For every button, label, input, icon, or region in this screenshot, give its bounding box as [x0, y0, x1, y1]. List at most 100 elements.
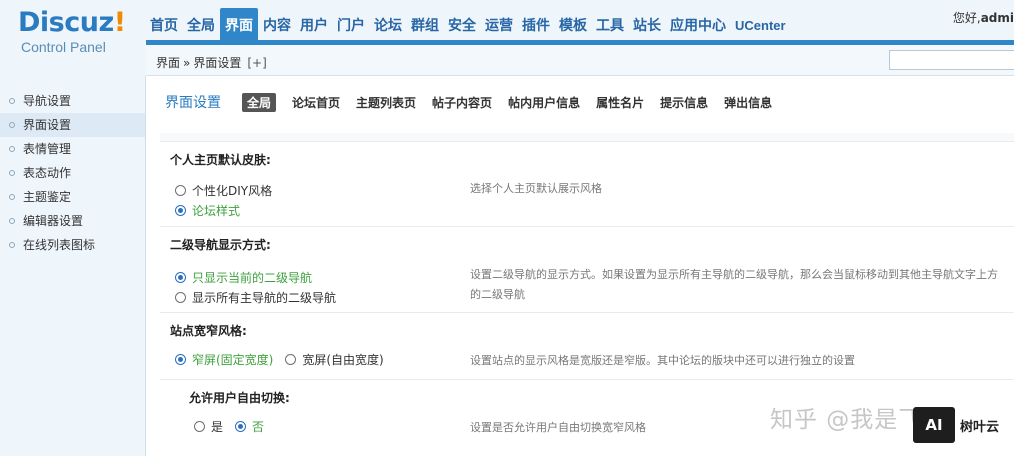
- breadcrumb-bar: 界面» 界面设置 [+]: [146, 45, 1014, 76]
- logo-brand: Discuz!: [18, 7, 126, 38]
- username[interactable]: admi: [981, 11, 1014, 25]
- sidebar-item[interactable]: 表情管理: [0, 137, 145, 161]
- add-shortcut-button[interactable]: [+]: [247, 56, 266, 70]
- ai-badge-icon: AI: [913, 407, 955, 443]
- sub-tab[interactable]: 主题列表页: [356, 94, 416, 111]
- badge-name: 树叶云: [960, 419, 1000, 435]
- admin-panel: Discuz! Control Panel 首页 全局 界面 内容 用户 门户 论坛 群组 安全…: [0, 0, 1014, 456]
- bullet-icon: [9, 170, 15, 176]
- skin-description: 选择个人主页默认展示风格: [470, 182, 602, 195]
- nav-item[interactable]: 界面: [220, 8, 258, 42]
- nav-item[interactable]: 工具: [592, 8, 628, 42]
- nav-item[interactable]: 模板: [555, 8, 591, 42]
- bullet-icon: [9, 122, 15, 128]
- width-option-narrow[interactable]: 窄屏(固定宽度): [175, 351, 273, 368]
- radio-button[interactable]: [175, 205, 186, 216]
- radio-button[interactable]: [175, 272, 186, 283]
- bullet-icon: [9, 218, 15, 224]
- bullet-icon: [9, 98, 15, 104]
- sidebar-item[interactable]: 在线列表图标: [0, 233, 145, 257]
- nav-item[interactable]: 站长: [629, 8, 665, 42]
- breadcrumb-separator: »: [183, 56, 191, 70]
- radio-button[interactable]: [285, 354, 297, 365]
- sidebar-item[interactable]: 主题鉴定: [0, 185, 145, 209]
- sidebar-item-label: 在线列表图标: [23, 238, 96, 252]
- radio-button[interactable]: [175, 292, 186, 303]
- sidebar-item-label: 表情管理: [23, 142, 72, 156]
- switch-setting-label: 允许用户自由切换:: [189, 391, 290, 405]
- nav-item[interactable]: 门户: [333, 8, 369, 42]
- nav-item[interactable]: 运营: [481, 8, 517, 42]
- skin-setting-label: 个人主页默认皮肤:: [170, 153, 271, 167]
- sidebar-item-label: 表态动作: [23, 166, 72, 180]
- radio-button[interactable]: [175, 354, 186, 365]
- logo-subtitle: Control Panel: [21, 39, 106, 55]
- sub-tab[interactable]: 弹出信息: [724, 94, 772, 111]
- bullet-icon: [9, 146, 15, 152]
- width-description: 设置站点的显示风格是宽版还是窄版。其中论坛的版块中还可以进行独立的设置: [470, 354, 855, 367]
- subnav-description-line2: 的二级导航: [470, 288, 525, 301]
- divider: [160, 141, 1014, 142]
- subnav-option-current[interactable]: 只显示当前的二级导航: [175, 269, 312, 286]
- width-setting-label: 站点宽窄风格:: [170, 324, 247, 338]
- sidebar-item-label: 主题鉴定: [23, 190, 72, 204]
- radio-button[interactable]: [194, 421, 205, 432]
- sidebar-item[interactable]: 导航设置: [0, 89, 145, 113]
- watermark-badge: AI 树叶云: [913, 407, 999, 443]
- search-input[interactable]: [889, 50, 1014, 70]
- subnav-description-line1: 设置二级导航的显示方式。如果设置为显示所有主导航的二级导航，那么会当鼠标移动到其…: [470, 268, 998, 281]
- sub-tab[interactable]: 帖子内容页: [432, 94, 492, 111]
- sidebar-item[interactable]: 界面设置: [0, 113, 145, 137]
- switch-option-yes[interactable]: 是: [194, 418, 223, 435]
- user-greeting: 您好,admi: [952, 11, 1014, 25]
- nav-item[interactable]: 内容: [259, 8, 295, 42]
- breadcrumb: 界面» 界面设置 [+]: [156, 54, 267, 71]
- sub-tab[interactable]: 属性名片: [596, 94, 644, 111]
- sidebar-item-label: 界面设置: [23, 118, 72, 132]
- sub-tabs: 全局 论坛首页 主题列表页 帖子内容页 帖内用户信息 属性名片 提示信息 弹出信息: [242, 92, 788, 112]
- subnav-setting-label: 二级导航显示方式:: [170, 238, 271, 252]
- sub-tab[interactable]: 提示信息: [660, 94, 708, 111]
- skin-option-forum[interactable]: 论坛样式: [175, 202, 240, 219]
- breadcrumb-parent[interactable]: 界面: [156, 56, 180, 70]
- sidebar-menu: 导航设置界面设置表情管理表态动作主题鉴定编辑器设置在线列表图标: [0, 76, 145, 257]
- skin-option-diy[interactable]: 个性化DIY风格: [175, 182, 272, 199]
- main-content: 界面设置 全局 论坛首页 主题列表页 帖子内容页 帖内用户信息 属性名片 提示信息 弹出信息 …: [146, 76, 1014, 456]
- divider: [160, 312, 1014, 313]
- radio-button[interactable]: [235, 421, 247, 432]
- nav-item[interactable]: 群组: [407, 8, 443, 42]
- nav-item[interactable]: 安全: [444, 8, 480, 42]
- nav-item[interactable]: 全局: [183, 8, 219, 42]
- page-header: 界面设置 全局 论坛首页 主题列表页 帖子内容页 帖内用户信息 属性名片 提示信息 弹出信息: [165, 92, 788, 112]
- sidebar-item-label: 导航设置: [23, 94, 72, 108]
- page-title: 界面设置: [165, 95, 221, 111]
- nav-item[interactable]: 应用中心: [666, 8, 730, 42]
- subnav-option-all[interactable]: 显示所有主导航的二级导航: [175, 289, 336, 306]
- radio-button[interactable]: [175, 185, 186, 196]
- sidebar: 导航设置界面设置表情管理表态动作主题鉴定编辑器设置在线列表图标: [0, 76, 146, 456]
- switch-description: 设置是否允许用户自由切换宽窄风格: [470, 421, 646, 434]
- sidebar-item[interactable]: 表态动作: [0, 161, 145, 185]
- switch-option-no[interactable]: 否: [235, 418, 264, 435]
- width-options: 窄屏(固定宽度) 宽屏(自由宽度): [175, 351, 384, 368]
- sub-tab[interactable]: 论坛首页: [292, 94, 340, 111]
- width-option-wide[interactable]: 宽屏(自由宽度): [285, 351, 384, 368]
- section-spacer: [160, 133, 1014, 141]
- breadcrumb-current: 界面设置: [193, 56, 242, 70]
- nav-item[interactable]: 插件: [518, 8, 554, 42]
- nav-item[interactable]: 论坛: [370, 8, 406, 42]
- sidebar-item-label: 编辑器设置: [23, 214, 84, 228]
- nav-item[interactable]: 用户: [296, 8, 332, 42]
- sub-tab[interactable]: 全局: [242, 92, 277, 112]
- nav-item[interactable]: 首页: [146, 8, 182, 42]
- discuz-logo[interactable]: Discuz! Control Panel: [18, 8, 128, 60]
- sub-tab[interactable]: 帖内用户信息: [508, 94, 580, 111]
- main-nav: 首页 全局 界面 内容 用户 门户 论坛 群组 安全 运营 插件 模板 工具 站长 应用中心 UCenter: [146, 8, 791, 42]
- bullet-icon: [9, 194, 15, 200]
- bullet-icon: [9, 242, 15, 248]
- header: Discuz! Control Panel 首页 全局 界面 内容 用户 门户 论坛 群组 安全…: [0, 0, 1014, 76]
- sidebar-item[interactable]: 编辑器设置: [0, 209, 145, 233]
- switch-options: 是 否: [194, 418, 264, 435]
- nav-item[interactable]: UCenter: [731, 8, 790, 42]
- divider: [160, 226, 1014, 227]
